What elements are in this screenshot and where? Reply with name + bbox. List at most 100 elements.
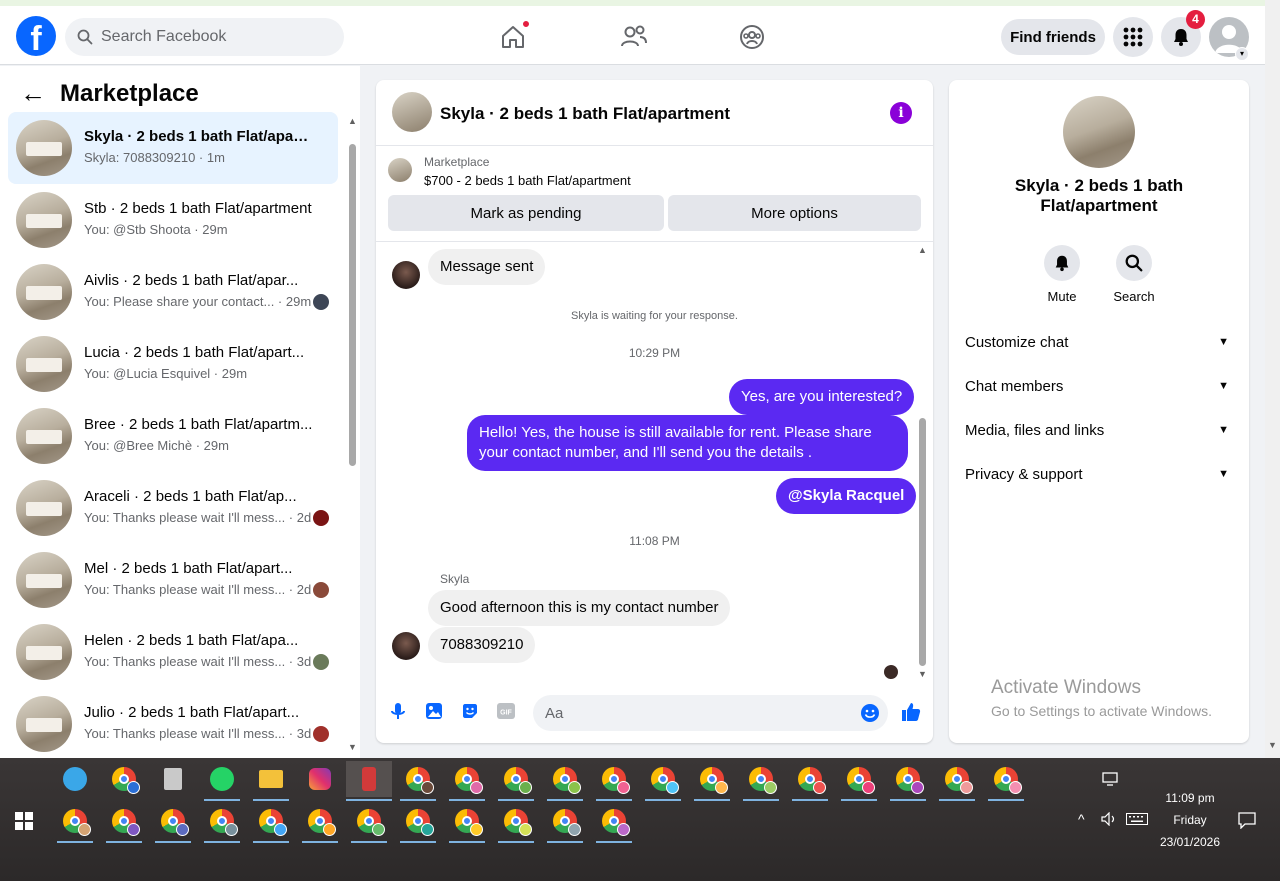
chevron-down-icon[interactable]: ▾ (1235, 47, 1249, 61)
keyboard-icon[interactable] (1126, 813, 1148, 825)
chevron-up-icon[interactable]: ^ (1078, 811, 1085, 827)
sidebar-scrollbar[interactable]: ▲ ▼ (347, 116, 357, 758)
conversation-item[interactable]: Mel · 2 beds 1 bath Flat/apart... You: T… (8, 544, 338, 616)
active-app-icon[interactable] (346, 761, 392, 801)
conversation-item[interactable]: Aivlis · 2 beds 1 bath Flat/apar... You:… (8, 256, 338, 328)
windows-start-icon[interactable] (15, 812, 33, 830)
notification-center-icon[interactable] (1238, 812, 1256, 829)
home-notification-dot (522, 20, 530, 28)
conversation-item[interactable]: Araceli · 2 beds 1 bath Flat/ap... You: … (8, 472, 338, 544)
chrome-icon[interactable] (106, 761, 142, 797)
conversation-item[interactable]: Lucia · 2 beds 1 bath Flat/apart... You:… (8, 328, 338, 400)
chrome-icon[interactable] (204, 803, 240, 843)
chrome-icon[interactable] (743, 761, 779, 801)
network-icon[interactable] (1102, 772, 1118, 786)
chrome-icon[interactable] (547, 761, 583, 801)
row-label: Media, files and links (965, 421, 1105, 439)
scroll-up-arrow-icon[interactable]: ▲ (348, 116, 357, 126)
conversation-list: Skyla · 2 beds 1 bath Flat/apart... Skyl… (8, 112, 338, 760)
chrome-icon[interactable] (57, 803, 93, 843)
find-friends-button[interactable]: Find friends (1001, 19, 1105, 55)
chrome-icon[interactable] (351, 803, 387, 843)
chrome-icon[interactable] (694, 761, 730, 801)
scroll-down-arrow-icon[interactable]: ▼ (348, 742, 357, 752)
groups-icon[interactable] (739, 24, 767, 52)
seen-avatar (313, 294, 329, 310)
conversation-item[interactable]: Stb · 2 beds 1 bath Flat/apartment You: … (8, 184, 338, 256)
shield-app-icon[interactable] (57, 761, 93, 797)
conversation-item[interactable]: Skyla · 2 beds 1 bath Flat/apart... Skyl… (8, 112, 338, 184)
sender-avatar[interactable] (392, 632, 420, 660)
microphone-icon[interactable] (388, 701, 408, 721)
chrome-icon[interactable] (547, 803, 583, 843)
chrome-icon[interactable] (449, 803, 485, 843)
facebook-logo-icon[interactable]: f (16, 16, 56, 56)
chat-scrollbar[interactable]: ▲ ▼ (917, 243, 927, 683)
chrome-icon[interactable] (155, 803, 191, 843)
emoji-icon[interactable] (860, 703, 880, 723)
sticker-icon[interactable] (460, 701, 480, 721)
search-action[interactable]: Search (1104, 245, 1164, 304)
menu-grid-button[interactable] (1113, 17, 1153, 57)
chat-members-row[interactable]: Chat members ▼ (965, 364, 1233, 408)
clock-time[interactable]: 11:09 pm (1155, 791, 1225, 805)
chrome-icon[interactable] (939, 761, 975, 801)
media-files-links-row[interactable]: Media, files and links ▼ (965, 408, 1233, 452)
chrome-icon[interactable] (106, 803, 142, 843)
info-icon[interactable]: i (890, 102, 912, 124)
volume-icon[interactable] (1101, 812, 1119, 826)
scroll-up-arrow-icon[interactable]: ▲ (918, 245, 927, 255)
privacy-support-row[interactable]: Privacy & support ▼ (965, 452, 1233, 496)
search-input[interactable] (101, 28, 331, 46)
outgoing-mention[interactable]: @Skyla Racquel (776, 478, 917, 514)
home-icon[interactable] (500, 20, 530, 52)
more-options-button[interactable]: More options (668, 195, 921, 231)
search-box[interactable] (65, 18, 344, 56)
file-explorer-icon[interactable] (253, 761, 289, 801)
details-avatar[interactable] (1063, 96, 1135, 168)
clock-day[interactable]: Friday (1155, 813, 1225, 827)
calculator-icon[interactable] (155, 761, 191, 797)
chrome-icon[interactable] (498, 803, 534, 843)
chrome-icon[interactable] (841, 761, 877, 801)
sender-avatar[interactable] (392, 261, 420, 289)
conversation-item[interactable]: Julio · 2 beds 1 bath Flat/apart... You:… (8, 688, 338, 760)
listing-price[interactable]: $700 - 2 beds 1 bath Flat/apartment (424, 173, 631, 188)
instagram-icon[interactable] (302, 761, 338, 797)
seen-avatar (313, 726, 329, 742)
listing-thumbnail[interactable] (388, 158, 412, 182)
chrome-icon[interactable] (792, 761, 828, 801)
clock-date[interactable]: 23/01/2026 (1155, 835, 1225, 849)
conversation-name: Julio · 2 beds 1 bath Flat/apart... (84, 704, 300, 721)
scrollbar-thumb[interactable] (349, 144, 356, 466)
customize-chat-row[interactable]: Customize chat ▼ (965, 320, 1233, 364)
chrome-icon[interactable] (645, 761, 681, 801)
scroll-down-arrow-icon[interactable]: ▼ (1268, 740, 1277, 750)
chat-avatar[interactable] (392, 92, 432, 132)
scrollbar-thumb[interactable] (919, 418, 926, 666)
mute-action[interactable]: Mute (1032, 245, 1092, 304)
chat-title[interactable]: Skyla · 2 beds 1 bath Flat/apartment (440, 104, 730, 124)
photo-icon[interactable] (424, 701, 444, 721)
chrome-icon[interactable] (302, 803, 338, 843)
chrome-icon[interactable] (596, 803, 632, 843)
whatsapp-icon[interactable] (204, 761, 240, 801)
page-scrollbar[interactable]: ▼ (1265, 0, 1280, 758)
chrome-icon[interactable] (449, 761, 485, 801)
chrome-icon[interactable] (498, 761, 534, 801)
like-thumb-icon[interactable] (900, 701, 922, 723)
scroll-down-arrow-icon[interactable]: ▼ (918, 669, 927, 679)
gif-icon[interactable]: GIF (496, 701, 516, 721)
back-arrow-icon[interactable]: ← (20, 78, 46, 109)
conversation-item[interactable]: Bree · 2 beds 1 bath Flat/apartm... You:… (8, 400, 338, 472)
mark-as-pending-button[interactable]: Mark as pending (388, 195, 664, 231)
friends-icon[interactable] (620, 24, 648, 52)
chrome-icon[interactable] (890, 761, 926, 801)
chrome-icon[interactable] (253, 803, 289, 843)
chrome-icon[interactable] (988, 761, 1024, 801)
conversation-item[interactable]: Helen · 2 beds 1 bath Flat/apa... You: T… (8, 616, 338, 688)
chrome-icon[interactable] (596, 761, 632, 801)
chrome-icon[interactable] (400, 761, 436, 801)
chrome-icon[interactable] (400, 803, 436, 843)
message-input[interactable] (533, 695, 888, 731)
